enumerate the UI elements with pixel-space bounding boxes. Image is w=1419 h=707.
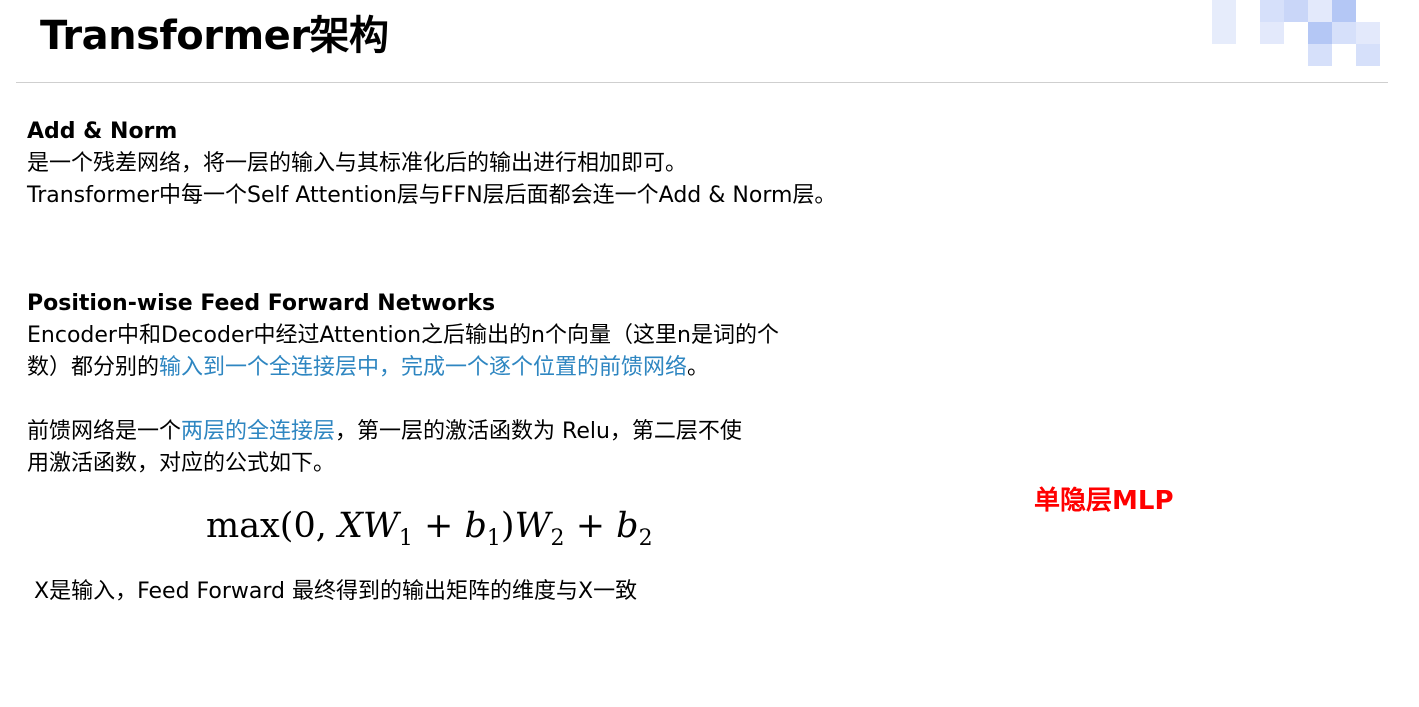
title-divider: [16, 82, 1388, 83]
ffn-para1-line-2: 数）都分别的输入到一个全连接层中，完成一个逐个位置的前馈网络。: [27, 352, 779, 384]
ffn-para1-line-2-end: 。: [687, 355, 710, 380]
add-norm-line-2: Transformer中每一个Self Attention层与FFN层后面都会连…: [27, 183, 837, 208]
formula-w1: W: [362, 506, 399, 546]
corner-decoration: [1212, 0, 1382, 70]
ffn-para2-line-1-plain: 前馈网络是一个: [27, 419, 182, 444]
ffn-para1-highlight: 输入到一个全连接层中，完成一个逐个位置的前馈网络: [159, 355, 688, 380]
formula-b2: b: [616, 506, 639, 546]
formula-w2: W: [514, 506, 551, 546]
ffn-para2-line-2: 用激活函数，对应的公式如下。: [27, 451, 336, 476]
add-norm-section: Add & Norm 是一个残差网络，将一层的输入与其标准化后的输出进行相加即可…: [27, 116, 836, 212]
formula-sub-2: 2: [550, 526, 565, 551]
add-norm-heading: Add & Norm: [27, 119, 178, 144]
ffn-para2-line-1-end: ，第一层的激活函数为 Relu，第二层不使: [335, 419, 742, 444]
ffn-para2-highlight: 两层的全连接层: [181, 419, 336, 444]
formula-plus-2: +: [575, 506, 606, 546]
ffn-para1-line-2-plain: 数）都分别的: [27, 355, 160, 380]
formula-close-paren: ): [500, 506, 515, 546]
single-hidden-layer-callout: 单隐层MLP: [1034, 486, 1174, 516]
formula-b1: b: [464, 506, 487, 546]
ffn-section: Position-wise Feed Forward Networks Enco…: [27, 288, 779, 480]
ffn-heading: Position-wise Feed Forward Networks: [27, 291, 496, 316]
formula-sub-b1: 1: [486, 526, 501, 551]
ffn-para1-line-1: Encoder中和Decoder中经过Attention之后输出的n个向量（这里…: [27, 323, 779, 348]
formula-sub-1: 1: [398, 526, 413, 551]
ffn-formula: max(0, XW1 + b1)W2 + b2: [206, 500, 653, 552]
slide-title: Transformer架构: [40, 13, 389, 59]
output-note: X是输入，Feed Forward 最终得到的输出矩阵的维度与X一致: [34, 579, 638, 604]
ffn-para2-line-1: 前馈网络是一个两层的全连接层，第一层的激活函数为 Relu，第二层不使: [27, 416, 779, 448]
formula-x: X: [337, 506, 363, 546]
formula-sub-b2: 2: [638, 526, 653, 551]
add-norm-line-1: 是一个残差网络，将一层的输入与其标准化后的输出进行相加即可。: [27, 151, 688, 176]
formula-max: max(0,: [206, 506, 327, 546]
formula-plus-1: +: [424, 506, 454, 546]
